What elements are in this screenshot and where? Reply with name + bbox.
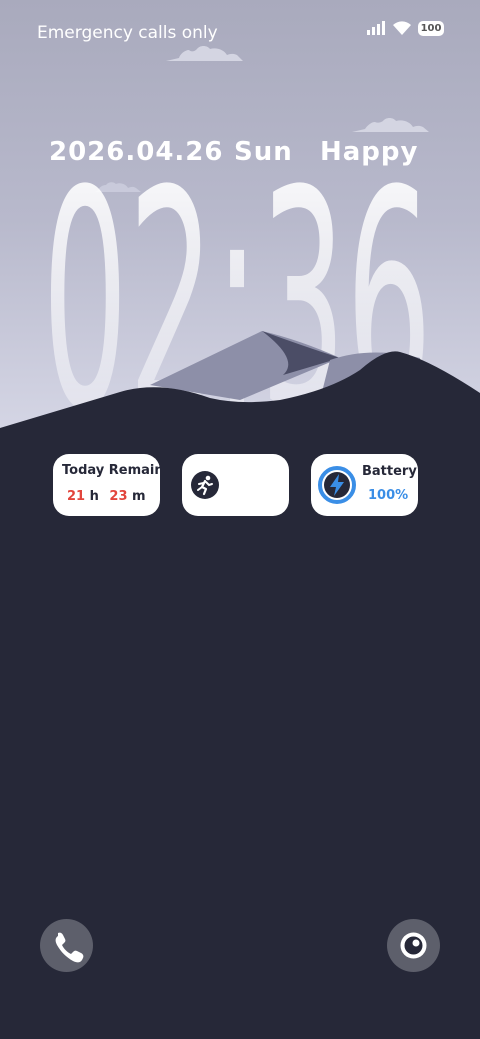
- battery-widget[interactable]: Battery 100%: [311, 454, 418, 516]
- remain-hours: 21: [67, 489, 86, 504]
- remain-minutes: 23: [109, 489, 128, 504]
- phone-shortcut-button[interactable]: [40, 919, 93, 972]
- bolt-icon: [318, 466, 356, 504]
- running-icon: [191, 471, 219, 499]
- hours-unit: h: [89, 489, 99, 504]
- remain-time: 21 h 23 m: [67, 489, 146, 504]
- mountain-landscape: [0, 331, 480, 460]
- phone-icon: [55, 932, 84, 963]
- battery-percent: 100%: [368, 488, 409, 503]
- today-remain-widget[interactable]: Today Remain 21 h 23 m: [53, 454, 164, 516]
- camera-icon: [400, 932, 427, 959]
- camera-shortcut-button[interactable]: [387, 919, 440, 972]
- battery-title: Battery: [362, 464, 417, 479]
- minutes-unit: m: [132, 489, 146, 504]
- activity-widget[interactable]: [182, 454, 289, 516]
- today-remain-title: Today Remain: [62, 463, 164, 478]
